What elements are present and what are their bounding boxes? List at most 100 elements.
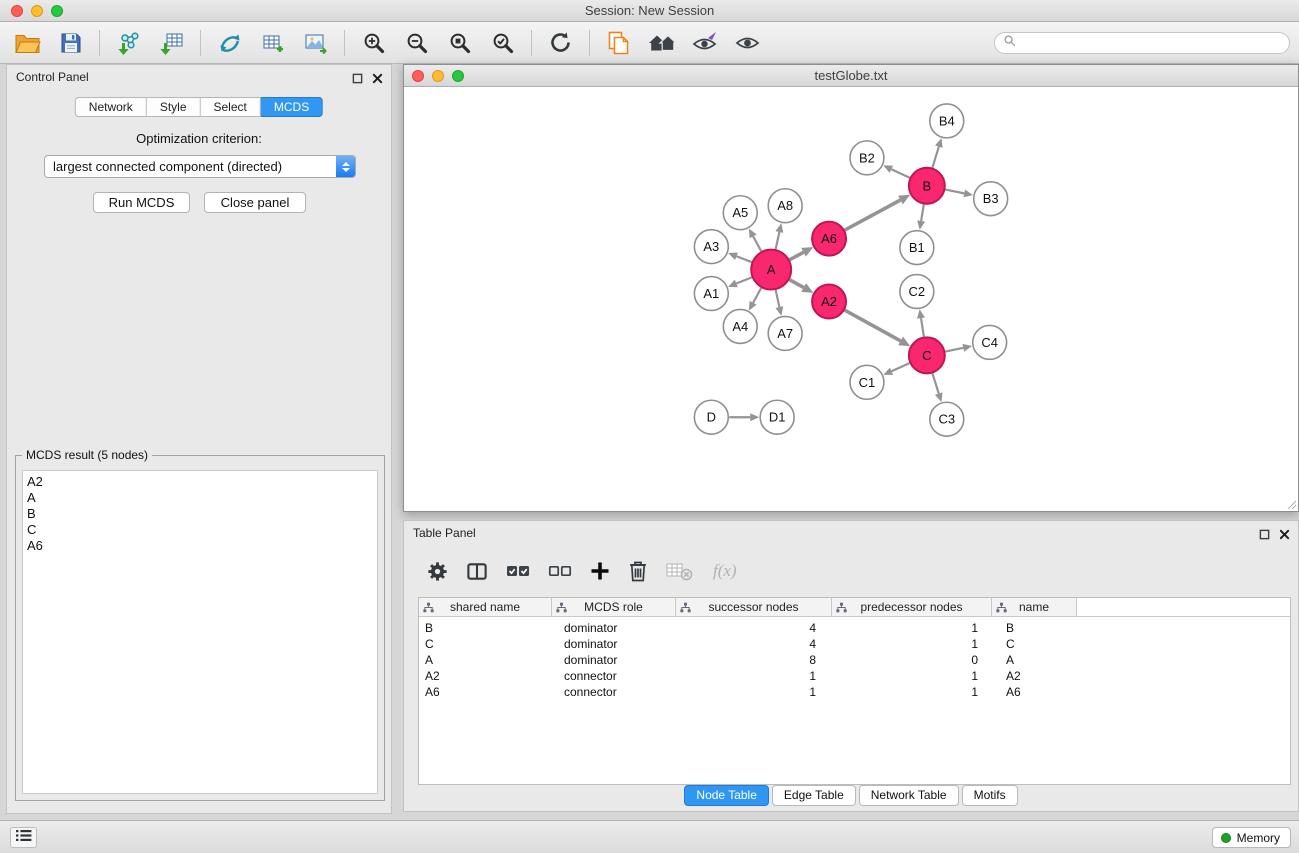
graph-node-label: A5 xyxy=(732,205,748,220)
unselect-all-icon[interactable] xyxy=(547,560,573,582)
eye-icon[interactable] xyxy=(726,25,769,61)
run-mcds-button[interactable]: Run MCDS xyxy=(93,192,190,213)
tab-style[interactable]: Style xyxy=(147,97,201,117)
tab-select[interactable]: Select xyxy=(201,97,261,117)
graph-edge-B-B1[interactable] xyxy=(921,204,924,221)
table-cell: A6 xyxy=(992,685,1077,699)
table-cell: connector xyxy=(552,685,676,699)
column-header-shared-name[interactable]: shared name xyxy=(419,598,552,616)
close-panel-button[interactable]: Close panel xyxy=(204,192,306,213)
close-table-panel-icon[interactable] xyxy=(1279,527,1290,545)
column-header-name[interactable]: name xyxy=(992,598,1077,616)
graph-edge-A-A3[interactable] xyxy=(736,256,751,262)
graph-edge-C-C1[interactable] xyxy=(892,363,910,371)
mcds-result-item[interactable]: B xyxy=(23,506,377,522)
tab-mcds[interactable]: MCDS xyxy=(261,97,323,117)
delete-icon[interactable] xyxy=(627,559,649,583)
graph-edge-arrow-icon xyxy=(963,189,973,197)
tree-icon xyxy=(996,602,1007,616)
table-cell: dominator xyxy=(552,621,676,635)
graph-edge-A-A5[interactable] xyxy=(753,236,761,251)
zoom-selected-icon[interactable] xyxy=(481,25,524,61)
table-row[interactable]: Bdominator41B xyxy=(419,620,1290,636)
table-new-icon[interactable] xyxy=(251,25,294,61)
list-icon xyxy=(16,829,32,847)
graph-edge-A-A8[interactable] xyxy=(776,232,780,249)
column-header-successor-nodes[interactable]: successor nodes xyxy=(676,598,832,616)
mcds-result-item[interactable]: C xyxy=(23,522,377,538)
table-cell: 1 xyxy=(832,669,992,683)
add-icon[interactable] xyxy=(589,560,611,582)
graph-edge-C-C3[interactable] xyxy=(932,373,938,393)
memory-button[interactable]: Memory xyxy=(1212,827,1291,848)
float-table-panel-icon[interactable] xyxy=(1259,527,1270,545)
tab-network-table[interactable]: Network Table xyxy=(859,785,959,806)
zoom-out-icon[interactable] xyxy=(395,25,438,61)
mcds-result-item[interactable]: A2 xyxy=(23,474,377,490)
folder-open-icon[interactable] xyxy=(6,25,49,61)
table-toolbar: f(x) xyxy=(408,549,1288,593)
graph-edge-A6-B[interactable] xyxy=(845,200,901,230)
float-panel-icon[interactable] xyxy=(352,71,363,89)
tab-node-table[interactable]: Node Table xyxy=(684,785,769,806)
graph-edge-A-A4[interactable] xyxy=(753,288,761,303)
mcds-result-list[interactable]: A2ABCA6 xyxy=(22,470,378,794)
resize-grip-icon[interactable] xyxy=(1285,498,1297,510)
graph-edge-C-C2[interactable] xyxy=(921,318,924,337)
network-new-icon[interactable] xyxy=(208,25,251,61)
column-label: shared name xyxy=(450,600,520,614)
save-icon[interactable] xyxy=(49,25,92,61)
graph-edge-B-B2[interactable] xyxy=(891,169,909,178)
table-row[interactable]: A6connector11A6 xyxy=(419,684,1290,700)
tab-edge-table[interactable]: Edge Table xyxy=(772,785,856,806)
graph-edge-A-A7[interactable] xyxy=(776,290,780,307)
graph-edge-C-C4[interactable] xyxy=(945,348,963,352)
tab-motifs[interactable]: Motifs xyxy=(962,785,1018,806)
graph-edge-A2-C[interactable] xyxy=(845,310,901,341)
home-icon[interactable] xyxy=(640,25,683,61)
zoom-in-icon[interactable] xyxy=(352,25,395,61)
show-panels-button[interactable] xyxy=(10,827,37,848)
zoom-fit-icon[interactable] xyxy=(438,25,481,61)
mcds-result-item[interactable]: A xyxy=(23,490,377,506)
search-input[interactable] xyxy=(1021,34,1289,52)
image-export-icon[interactable] xyxy=(294,25,337,61)
table-cell: 0 xyxy=(832,653,992,667)
column-header-predecessor-nodes[interactable]: predecessor nodes xyxy=(832,598,992,616)
close-panel-icon[interactable] xyxy=(372,71,383,89)
network-canvas[interactable]: B4B2BB3A8A5A6B1A3AC2A1A2A4A7C4CC1C3DD1 xyxy=(404,87,1298,511)
import-table-icon[interactable] xyxy=(150,25,193,61)
search-box[interactable] xyxy=(994,32,1290,54)
table-panel-header: Table Panel xyxy=(404,521,1298,545)
tab-network[interactable]: Network xyxy=(75,97,147,117)
table-row[interactable]: A2connector11A2 xyxy=(419,668,1290,684)
style-preview-icon[interactable] xyxy=(683,25,726,61)
table-panel: Table Panel f(x) shared name MCDS role suc… xyxy=(403,520,1299,812)
dropdown-arrows-icon xyxy=(336,156,355,177)
title-bar[interactable]: Session: New Session xyxy=(0,0,1299,22)
table-row[interactable]: Cdominator41C xyxy=(419,636,1290,652)
graph-edge-A-A6[interactable] xyxy=(790,252,804,259)
column-header-mcds-role[interactable]: MCDS role xyxy=(552,598,676,616)
network-graph[interactable]: B4B2BB3A8A5A6B1A3AC2A1A2A4A7C4CC1C3DD1 xyxy=(404,87,1298,511)
graph-node-label: C2 xyxy=(909,284,926,299)
mcds-result-item[interactable]: A6 xyxy=(23,538,377,554)
table-row[interactable]: Adominator80A xyxy=(419,652,1290,668)
graph-edge-B-B3[interactable] xyxy=(945,190,964,194)
graph-edge-A-A1[interactable] xyxy=(736,277,751,283)
status-bar: Memory xyxy=(0,820,1299,853)
split-columns-icon[interactable] xyxy=(465,560,489,583)
import-network-icon[interactable] xyxy=(107,25,150,61)
select-all-icon[interactable] xyxy=(505,560,531,582)
network-window-titlebar[interactable]: testGlobe.txt xyxy=(404,65,1298,87)
refresh-icon[interactable] xyxy=(539,25,582,61)
graph-edge-B-B4[interactable] xyxy=(932,147,938,168)
criterion-dropdown[interactable]: largest connected component (directed) xyxy=(44,155,356,178)
graph-node-label: C3 xyxy=(938,412,955,427)
column-label: successor nodes xyxy=(708,600,798,614)
copy-document-icon[interactable] xyxy=(597,25,640,61)
graph-edge-A-A2[interactable] xyxy=(790,280,804,288)
gear-icon[interactable] xyxy=(426,560,449,583)
graph-node-label: A8 xyxy=(777,198,793,213)
column-label: predecessor nodes xyxy=(860,600,962,614)
